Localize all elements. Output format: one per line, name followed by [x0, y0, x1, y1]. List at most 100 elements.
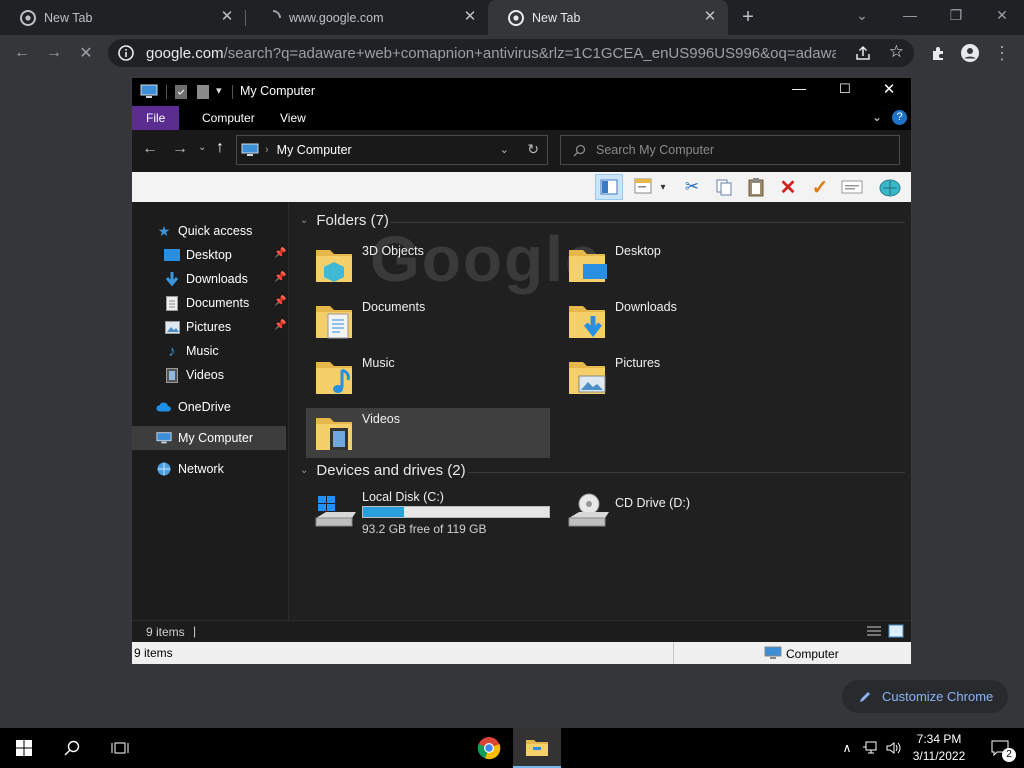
- refresh-icon[interactable]: ↻: [527, 141, 539, 158]
- explorer-forward-button[interactable]: →: [172, 140, 188, 158]
- status-bar: 9 items |: [132, 620, 911, 642]
- folder-videos[interactable]: Videos: [306, 408, 550, 458]
- ribbon-tab-computer[interactable]: Computer: [188, 106, 269, 130]
- folder-pictures[interactable]: Pictures: [559, 352, 803, 402]
- task-view-icon[interactable]: [96, 728, 144, 768]
- profile-avatar-icon[interactable]: [956, 39, 984, 67]
- pin-icon[interactable]: 📌: [274, 248, 286, 259]
- minimize-button[interactable]: —: [886, 0, 934, 30]
- classic-status-bar: 9 items Computer: [132, 642, 911, 664]
- tab-new-tab-1[interactable]: New Tab ✕: [0, 0, 245, 35]
- expand-ribbon-icon[interactable]: ⌄: [872, 110, 882, 124]
- tab-new-tab-active[interactable]: New Tab ✕: [488, 0, 728, 35]
- properties-card-icon[interactable]: [840, 176, 864, 198]
- copy-icon[interactable]: [712, 176, 736, 198]
- address-bar[interactable]: google.com/search?q=adaware+web+comapnio…: [108, 39, 914, 67]
- nav-label: Network: [178, 462, 224, 476]
- explorer-title-bar: ▾ My Computer — ☐ ✕: [132, 78, 911, 106]
- drive-cd-d[interactable]: CD Drive (D:): [559, 488, 803, 540]
- folder-desktop[interactable]: Desktop: [559, 240, 803, 290]
- preview-pane-icon[interactable]: [595, 174, 623, 200]
- nav-music[interactable]: ♪ Music: [164, 340, 218, 362]
- back-button[interactable]: ←: [8, 39, 36, 67]
- address-dropdown-icon[interactable]: ⌄: [500, 143, 509, 156]
- details-view-icon[interactable]: [866, 625, 882, 641]
- extensions-icon[interactable]: [924, 39, 952, 67]
- nav-downloads[interactable]: Downloads: [164, 268, 248, 290]
- bookmark-star-icon[interactable]: ☆: [889, 42, 904, 62]
- rename-check-icon[interactable]: ✓: [808, 176, 832, 199]
- explorer-back-button[interactable]: ←: [142, 140, 158, 158]
- site-info-icon[interactable]: [118, 45, 134, 61]
- network-tray-icon[interactable]: [858, 728, 882, 768]
- document-icon: [164, 295, 180, 311]
- chrome-icon: [20, 9, 36, 26]
- share-icon[interactable]: [854, 44, 872, 62]
- folder-3d-objects[interactable]: 3D Objects: [306, 240, 550, 290]
- file-explorer-taskbar-icon[interactable]: [513, 728, 561, 768]
- picture-icon: [164, 319, 180, 335]
- computer-icon: [764, 646, 782, 661]
- breadcrumb-chevron-icon[interactable]: ›: [265, 144, 269, 156]
- nav-videos[interactable]: Videos: [164, 364, 224, 386]
- new-tab-button[interactable]: +: [736, 6, 760, 30]
- folder-downloads[interactable]: Downloads: [559, 296, 803, 346]
- pin-icon[interactable]: 📌: [274, 296, 286, 307]
- help-icon[interactable]: ?: [892, 110, 907, 125]
- large-icons-view-icon[interactable]: [888, 624, 904, 641]
- quick-access-toolbar-dropdown-icon[interactable]: ▾: [216, 84, 222, 97]
- cut-icon[interactable]: ✂: [680, 176, 704, 198]
- folder-music[interactable]: Music: [306, 352, 550, 402]
- nav-documents[interactable]: Documents: [164, 292, 249, 314]
- ribbon-tab-file[interactable]: File: [132, 106, 180, 130]
- system-clock[interactable]: 7:34 PM 3/11/2022: [902, 731, 976, 765]
- explorer-minimize-button[interactable]: —: [784, 80, 814, 102]
- shell-icon[interactable]: [878, 176, 902, 198]
- folders-group-header[interactable]: ⌄ Folders (7): [300, 212, 389, 229]
- folder-documents[interactable]: Documents: [306, 296, 550, 346]
- new-folder-icon[interactable]: [196, 84, 210, 105]
- delete-icon[interactable]: ✕: [776, 176, 800, 199]
- menu-kebab-icon[interactable]: ⋮: [988, 39, 1016, 67]
- nav-desktop[interactable]: Desktop: [164, 244, 288, 266]
- layout-icon[interactable]: [632, 176, 656, 198]
- nav-my-computer[interactable]: My Computer: [132, 426, 286, 450]
- start-windows-icon[interactable]: [0, 728, 48, 768]
- folder-pictures-icon: [569, 362, 606, 394]
- nav-quick-access[interactable]: ★ Quick access: [156, 220, 253, 242]
- explorer-search-box[interactable]: Search My Computer: [560, 135, 900, 165]
- properties-icon[interactable]: [174, 84, 188, 105]
- devices-group-header[interactable]: ⌄ Devices and drives (2): [300, 462, 466, 479]
- folder-label: Desktop: [615, 244, 661, 258]
- pin-icon[interactable]: 📌: [274, 272, 286, 283]
- notification-center-icon[interactable]: 2: [976, 728, 1024, 768]
- explorer-maximize-button[interactable]: ☐: [830, 81, 860, 103]
- window-title: My Computer: [240, 84, 316, 98]
- chrome-taskbar-icon[interactable]: [465, 728, 513, 768]
- tab-search-button[interactable]: ⌄: [838, 0, 886, 30]
- stop-loading-button[interactable]: ✕: [72, 39, 100, 67]
- close-tab-icon[interactable]: ✕: [702, 9, 718, 25]
- ribbon-tab-view[interactable]: View: [266, 106, 320, 130]
- explorer-close-button[interactable]: ✕: [874, 80, 904, 102]
- breadcrumb-my-computer[interactable]: My Computer: [277, 143, 352, 157]
- drive-local-disk-c[interactable]: Local Disk (C:) 93.2 GB free of 119 GB: [306, 488, 550, 540]
- close-tab-icon[interactable]: ✕: [462, 9, 478, 25]
- nav-network[interactable]: Network: [156, 458, 224, 480]
- nav-pictures[interactable]: Pictures: [164, 316, 231, 338]
- explorer-address-bar[interactable]: › My Computer ⌄ ↻: [236, 135, 548, 165]
- nav-onedrive[interactable]: OneDrive: [156, 396, 231, 418]
- tab-google[interactable]: www.google.com ✕: [245, 0, 488, 35]
- up-button[interactable]: ↑: [216, 139, 224, 157]
- close-tab-icon[interactable]: ✕: [219, 9, 235, 25]
- show-hidden-icons-chevron-icon[interactable]: ∧: [838, 728, 856, 768]
- recent-locations-icon[interactable]: ⌄: [198, 142, 206, 153]
- restore-button[interactable]: ❐: [932, 0, 980, 30]
- layout-dropdown-icon[interactable]: ▾: [656, 176, 670, 198]
- pin-icon[interactable]: 📌: [274, 320, 286, 331]
- close-window-button[interactable]: ✕: [978, 0, 1024, 30]
- paste-icon[interactable]: [744, 176, 768, 198]
- customize-chrome-button[interactable]: Customize Chrome: [842, 680, 1008, 713]
- forward-button[interactable]: →: [40, 39, 68, 67]
- search-icon[interactable]: [48, 728, 96, 768]
